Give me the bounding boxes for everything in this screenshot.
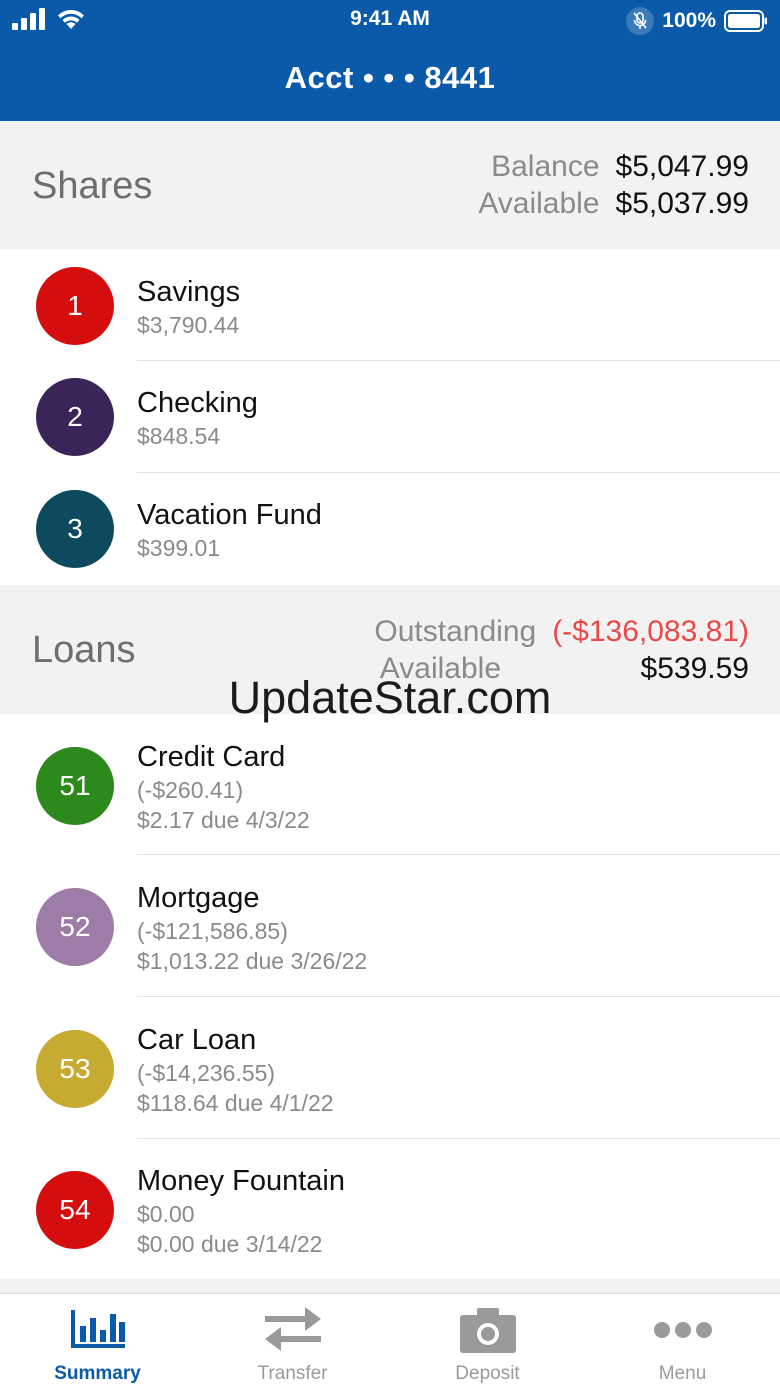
loan-due: $1,013.22 due 3/26/22 xyxy=(137,948,368,974)
battery-icon xyxy=(724,10,767,32)
loan-number-badge: 54 xyxy=(36,1171,114,1249)
tab-summary[interactable]: Summary xyxy=(0,1294,195,1387)
loan-row-money-fountain[interactable]: 54 Money Fountain $0.00 $0.00 due 3/14/2… xyxy=(0,1138,780,1279)
loan-number-badge: 51 xyxy=(36,747,114,825)
loan-name: Money Fountain xyxy=(137,1165,345,1197)
shares-balance-value: $5,047.99 xyxy=(615,150,749,183)
tab-summary-label: Summary xyxy=(54,1363,141,1384)
shares-available-label: Available xyxy=(478,187,600,220)
watermark-text: UpdateStar.com xyxy=(228,672,552,723)
loan-due: $118.64 due 4/1/22 xyxy=(137,1090,334,1116)
bar-chart-icon xyxy=(70,1310,125,1348)
share-row-vacation-fund[interactable]: 3 Vacation Fund $399.01 xyxy=(0,473,780,585)
loan-balance: (-$260.41) xyxy=(137,777,244,803)
mic-muted-icon xyxy=(626,7,655,35)
loan-balance: (-$121,586.85) xyxy=(137,918,288,944)
app-header: 9:41 AM 100% Acct • • • 8441 xyxy=(0,0,780,121)
loan-balance: (-$14,236.55) xyxy=(137,1060,276,1086)
loan-number-badge: 52 xyxy=(36,888,114,966)
loan-due: $0.00 due 3/14/22 xyxy=(137,1231,323,1257)
account-number-badge: 1 xyxy=(36,267,114,345)
loans-outstanding-label: Outstanding xyxy=(374,615,537,648)
shares-section-header: Shares Balance $5,047.99 Available $5,03… xyxy=(0,121,780,249)
tabbar-spacer xyxy=(0,1279,780,1293)
account-number-badge: 2 xyxy=(36,378,114,456)
loans-outstanding-row: Outstanding (-$136,083.81) xyxy=(374,615,749,649)
battery-percent: 100% xyxy=(662,9,716,32)
loan-name: Car Loan xyxy=(137,1024,257,1056)
account-number-badge: 3 xyxy=(36,490,114,568)
loan-name: Mortgage xyxy=(137,882,260,914)
loan-number-badge: 53 xyxy=(36,1030,114,1108)
status-right: 100% xyxy=(626,7,768,35)
shares-title: Shares xyxy=(32,165,153,207)
tab-transfer[interactable]: Transfer xyxy=(195,1294,390,1387)
loan-name: Credit Card xyxy=(137,741,286,773)
account-balance: $848.54 xyxy=(137,423,221,449)
status-bar: 9:41 AM 100% xyxy=(0,0,780,40)
loan-row-credit-card[interactable]: 51 Credit Card (-$260.41) $2.17 due 4/3/… xyxy=(0,714,780,855)
tab-bar: Summary Transfer Deposit Menu xyxy=(0,1293,780,1387)
shares-available-value: $5,037.99 xyxy=(615,187,749,220)
loan-due: $2.17 due 4/3/22 xyxy=(137,807,310,833)
account-balance: $3,790.44 xyxy=(137,312,240,338)
transfer-arrows-icon xyxy=(264,1307,321,1351)
account-name: Checking xyxy=(137,387,258,419)
loan-row-car-loan[interactable]: 53 Car Loan (-$14,236.55) $118.64 due 4/… xyxy=(0,997,780,1139)
share-row-savings[interactable]: 1 Savings $3,790.44 xyxy=(0,249,780,361)
shares-balance-row: Balance $5,047.99 xyxy=(491,150,749,184)
tab-transfer-label: Transfer xyxy=(257,1363,328,1384)
tab-deposit[interactable]: Deposit xyxy=(390,1294,585,1387)
tab-deposit-label: Deposit xyxy=(455,1363,520,1384)
more-dots-icon xyxy=(653,1322,712,1338)
tab-menu[interactable]: Menu xyxy=(585,1294,780,1387)
loan-balance: $0.00 xyxy=(137,1201,195,1227)
loans-outstanding-value: (-$136,083.81) xyxy=(552,615,749,648)
account-balance: $399.01 xyxy=(137,535,221,561)
page-title: Acct • • • 8441 xyxy=(284,60,496,95)
share-row-checking[interactable]: 2 Checking $848.54 xyxy=(0,361,780,473)
tab-menu-label: Menu xyxy=(658,1363,707,1384)
loan-row-mortgage[interactable]: 52 Mortgage (-$121,586.85) $1,013.22 due… xyxy=(0,855,780,997)
shares-balance-label: Balance xyxy=(491,150,600,183)
camera-icon xyxy=(459,1308,516,1353)
account-name: Savings xyxy=(137,276,241,308)
account-name: Vacation Fund xyxy=(137,499,322,531)
loans-title: Loans xyxy=(32,629,136,671)
shares-available-row: Available $5,037.99 xyxy=(478,187,749,221)
